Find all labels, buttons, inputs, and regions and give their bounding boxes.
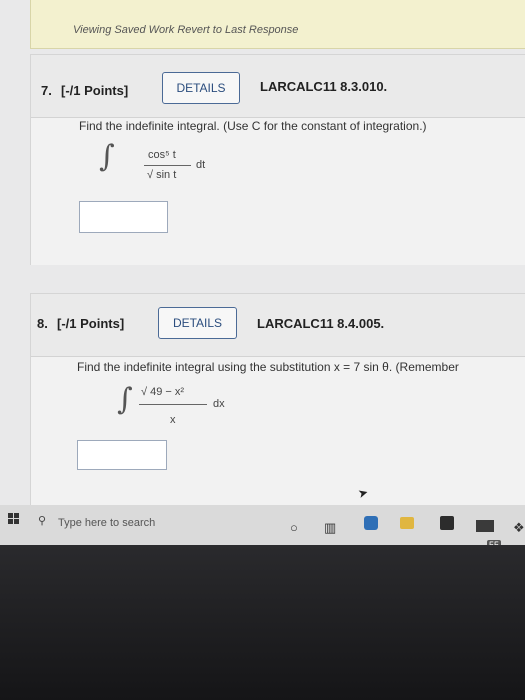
question-8-prompt: Find the indefinite integral using the s… xyxy=(77,360,459,374)
saved-work-banner: Viewing Saved Work Revert to Last Respon… xyxy=(30,0,525,49)
task-view-icon[interactable]: ▥ xyxy=(324,520,336,536)
question-7-card: 7. [-/1 Points] DETAILS LARCALC11 8.3.01… xyxy=(30,54,525,265)
banner-text[interactable]: Viewing Saved Work Revert to Last Respon… xyxy=(73,24,298,36)
question-8-header: 8. [-/1 Points] DETAILS LARCALC11 8.4.00… xyxy=(31,294,525,357)
file-explorer-icon[interactable] xyxy=(400,517,414,529)
windows-icon[interactable] xyxy=(8,513,19,524)
dropbox-icon[interactable]: ❖ xyxy=(513,520,525,536)
integrand-numerator: cos⁵ t xyxy=(148,149,176,161)
integrand-denominator: √ sin t xyxy=(147,169,177,181)
question-7-number: 7. xyxy=(41,83,52,98)
edge-icon[interactable] xyxy=(364,516,378,530)
integral-sign: ∫ xyxy=(117,382,133,417)
browser-viewport: Viewing Saved Work Revert to Last Respon… xyxy=(0,0,525,545)
question-8-reference: LARCALC11 8.4.005. xyxy=(257,316,385,331)
answer-input-q7[interactable] xyxy=(79,201,168,233)
fraction-bar xyxy=(144,165,191,166)
differential: dt xyxy=(196,159,206,171)
details-button-q7[interactable]: DETAILS xyxy=(162,72,240,104)
search-icon[interactable]: ⚲ xyxy=(38,514,46,527)
answer-input-q8[interactable] xyxy=(77,440,167,470)
question-7-header: 7. [-/1 Points] DETAILS LARCALC11 8.3.01… xyxy=(31,55,525,118)
differential: dx xyxy=(213,398,225,410)
integrand-denominator: x xyxy=(170,414,176,426)
details-button-q8[interactable]: DETAILS xyxy=(158,307,237,339)
integrand-numerator: √ 49 − x² xyxy=(141,386,185,398)
fraction-bar xyxy=(139,404,207,405)
cortana-icon[interactable]: ○ xyxy=(290,520,298,535)
question-7-reference: LARCALC11 8.3.010. xyxy=(260,79,388,94)
question-7-points: [-/1 Points] xyxy=(61,83,129,98)
integral-sign: ∫ xyxy=(99,139,115,174)
taskbar-search-input[interactable]: Type here to search xyxy=(58,517,155,529)
monitor-bezel xyxy=(0,545,525,700)
store-icon[interactable] xyxy=(440,516,454,530)
question-8-card: 8. [-/1 Points] DETAILS LARCALC11 8.4.00… xyxy=(30,293,525,509)
question-8-points: [-/1 Points] xyxy=(57,316,125,331)
question-7-prompt: Find the indefinite integral. (Use C for… xyxy=(79,119,427,133)
question-8-number: 8. xyxy=(37,316,48,331)
mail-icon[interactable] xyxy=(476,520,494,532)
